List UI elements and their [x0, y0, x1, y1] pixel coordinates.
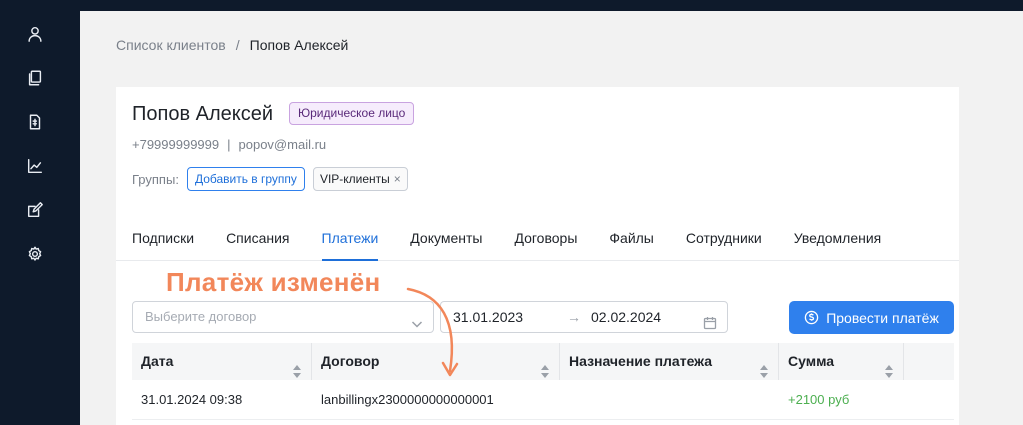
group-tag: VIP-клиенты × [312, 167, 408, 191]
group-tag-label: VIP-клиенты [319, 172, 390, 186]
contract-select-placeholder: Выберите договор [145, 309, 257, 324]
column-header-label: Назначение платежа [569, 353, 713, 369]
cell-contract: lanbillingx2300000000000001 [321, 392, 494, 407]
top-bar [0, 0, 1023, 11]
column-header-date[interactable]: Дата [132, 343, 312, 380]
sort-icon[interactable] [885, 355, 893, 378]
tab-notifications[interactable]: Уведомления [794, 230, 882, 260]
tabs: Подписки Списания Платежи Документы Дого… [132, 230, 913, 260]
documents-icon[interactable] [24, 67, 46, 89]
date-range-picker[interactable]: 31.01.2023 → 02.02.2024 [440, 301, 728, 333]
make-payment-label: Провести платёж [826, 309, 939, 326]
tab-documents[interactable]: Документы [410, 230, 482, 260]
contact-separator: | [227, 137, 231, 152]
client-email: popov@mail.ru [238, 137, 327, 152]
column-header-label: Сумма [788, 353, 835, 369]
column-header-label: Договор [321, 353, 380, 369]
column-header-actions [904, 343, 954, 380]
edit-icon[interactable] [24, 199, 46, 221]
table-row[interactable]: 31.01.2024 09:38 lanbillingx230000000000… [132, 380, 954, 420]
annotation-label: Платёж изменён [166, 267, 381, 297]
client-card: Попов Алексей Юридическое лицо +79999999… [116, 87, 959, 425]
sort-icon[interactable] [293, 355, 301, 378]
sidebar [0, 0, 80, 425]
tab-charges[interactable]: Списания [226, 230, 289, 260]
payments-table: Дата Договор Назначение платежа Сумма 31… [132, 343, 954, 420]
column-header-label: Дата [141, 353, 174, 369]
column-header-purpose[interactable]: Назначение платежа [560, 343, 779, 380]
make-payment-button[interactable]: Провести платёж [789, 301, 954, 334]
breadcrumb-parent-link[interactable]: Список клиентов [116, 37, 226, 53]
coin-icon [804, 310, 819, 325]
client-type-badge: Юридическое лицо [289, 102, 415, 125]
client-contacts: +79999999999 | popov@mail.ru [132, 137, 326, 152]
chart-icon[interactable] [24, 155, 46, 177]
breadcrumb-current: Попов Алексей [249, 37, 349, 53]
groups-label: Группы: [132, 171, 179, 187]
gear-icon[interactable] [24, 243, 46, 265]
arrow-right-icon: → [567, 309, 581, 325]
invoice-icon[interactable] [24, 111, 46, 133]
sort-icon[interactable] [760, 355, 768, 378]
table-header: Дата Договор Назначение платежа Сумма [132, 343, 954, 380]
column-header-amount[interactable]: Сумма [779, 343, 904, 380]
calendar-icon[interactable] [703, 310, 717, 330]
add-to-group-button[interactable]: Добавить в группу [186, 167, 305, 191]
groups-row: Группы: Добавить в группу VIP-клиенты × [132, 167, 408, 191]
cell-purpose [560, 380, 779, 419]
cell-date: 31.01.2024 09:38 [141, 392, 243, 407]
close-icon[interactable]: × [394, 168, 401, 190]
user-icon[interactable] [24, 23, 46, 45]
active-tab-indicator [322, 259, 378, 261]
cell-amount: +2100 руб [788, 392, 850, 407]
client-phone: +79999999999 [132, 137, 220, 152]
date-to-input[interactable]: 02.02.2024 [591, 302, 661, 332]
tab-payments[interactable]: Платежи [322, 230, 379, 260]
tabs-divider [116, 260, 959, 261]
client-name: Попов Алексей [132, 103, 274, 125]
breadcrumb-separator: / [235, 37, 240, 53]
annotation-arrow-icon [406, 287, 459, 377]
contract-select[interactable]: Выберите договор [132, 301, 434, 333]
tab-contracts[interactable]: Договоры [514, 230, 577, 260]
sort-icon[interactable] [541, 355, 549, 378]
tab-subscriptions[interactable]: Подписки [132, 230, 194, 260]
tab-employees[interactable]: Сотрудники [686, 230, 762, 260]
breadcrumb: Список клиентов / Попов Алексей [116, 37, 348, 53]
tab-files[interactable]: Файлы [609, 230, 653, 260]
